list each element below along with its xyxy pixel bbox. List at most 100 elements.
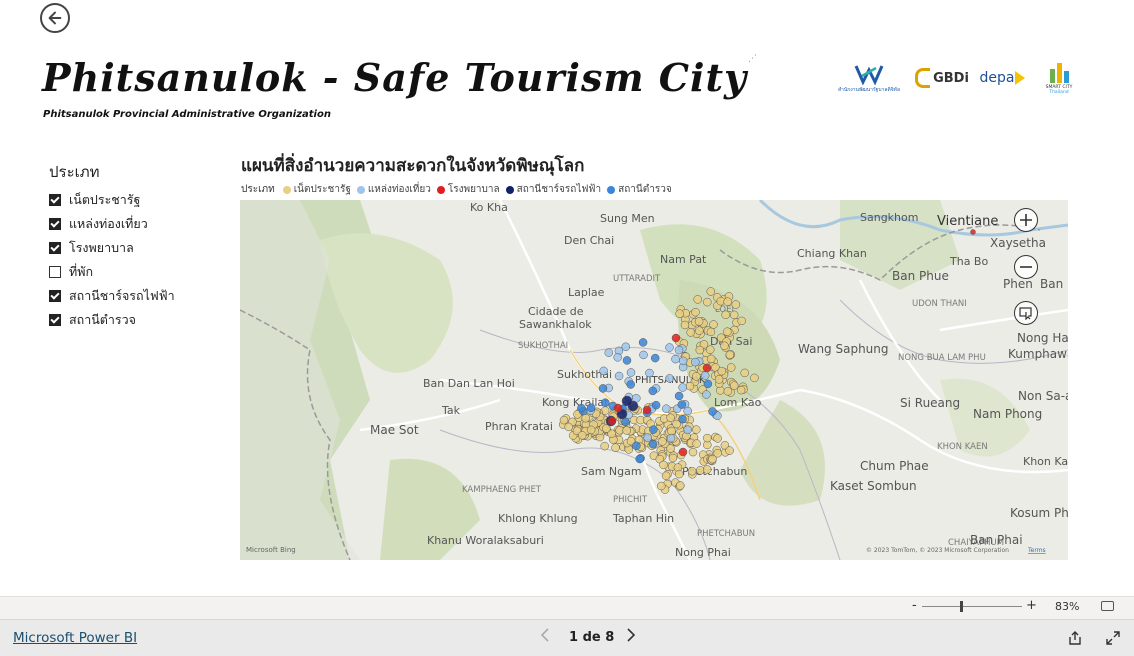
- map-point[interactable]: [692, 425, 701, 434]
- map-point[interactable]: [643, 433, 652, 442]
- map-point[interactable]: [661, 471, 671, 481]
- map-point[interactable]: [598, 384, 608, 393]
- map-point[interactable]: [688, 447, 698, 457]
- zoom-out-control[interactable]: -: [912, 598, 917, 613]
- map-visual[interactable]: Ko Kha Sung Men Den Chai Nam Pat UTTARAD…: [240, 200, 1068, 560]
- slicer-item[interactable]: โรงพยาบาล: [49, 236, 229, 260]
- map-point[interactable]: [668, 453, 678, 463]
- map-point[interactable]: [737, 316, 746, 326]
- map-point[interactable]: [726, 363, 736, 372]
- map-point[interactable]: [683, 406, 692, 416]
- checkbox[interactable]: [49, 218, 61, 230]
- map-point[interactable]: [635, 454, 644, 464]
- map-point[interactable]: [729, 381, 739, 390]
- map-point[interactable]: [702, 363, 712, 373]
- map-point[interactable]: [729, 310, 739, 320]
- map-point[interactable]: [632, 441, 641, 451]
- checkbox[interactable]: [49, 242, 61, 254]
- map-point[interactable]: [577, 431, 587, 440]
- map-point[interactable]: [731, 300, 741, 309]
- map-point[interactable]: [581, 413, 590, 423]
- map-point[interactable]: [600, 441, 609, 451]
- map-point[interactable]: [694, 317, 704, 326]
- next-page-button[interactable]: [626, 628, 636, 646]
- checkbox[interactable]: [49, 314, 61, 326]
- map-point[interactable]: [650, 353, 660, 363]
- map-point[interactable]: [713, 434, 722, 443]
- map-point[interactable]: [709, 320, 718, 329]
- map-terms-link[interactable]: Terms: [1027, 547, 1046, 554]
- share-button[interactable]: [1067, 630, 1083, 646]
- checkbox[interactable]: [49, 266, 61, 278]
- checkbox[interactable]: [49, 194, 61, 206]
- map-point[interactable]: [677, 400, 687, 409]
- map-point[interactable]: [648, 386, 658, 396]
- map-point[interactable]: [691, 357, 700, 367]
- map-point[interactable]: [687, 466, 697, 476]
- map-point[interactable]: [577, 403, 586, 413]
- legend-item[interactable]: แหล่งท่องเที่ยว: [356, 182, 431, 197]
- map-point[interactable]: [725, 446, 734, 455]
- map-point[interactable]: [695, 345, 705, 355]
- map-point[interactable]: [725, 350, 735, 360]
- map-point[interactable]: [649, 425, 658, 434]
- map-point[interactable]: [702, 390, 711, 399]
- map-point[interactable]: [642, 405, 652, 415]
- map-point[interactable]: [626, 368, 636, 377]
- fullscreen-button[interactable]: [1105, 630, 1121, 646]
- map-point[interactable]: [680, 320, 690, 330]
- select-area-button[interactable]: [1014, 301, 1038, 325]
- map-point[interactable]: [683, 425, 692, 435]
- map-point[interactable]: [678, 414, 687, 424]
- map-point[interactable]: [695, 326, 704, 335]
- map-point[interactable]: [645, 368, 654, 378]
- map-point[interactable]: [717, 366, 727, 376]
- map-point[interactable]: [659, 460, 668, 470]
- map-point[interactable]: [678, 383, 687, 392]
- map-point[interactable]: [706, 354, 716, 364]
- map-point[interactable]: [736, 385, 746, 395]
- map-point[interactable]: [658, 437, 667, 446]
- map-point[interactable]: [586, 425, 596, 435]
- map-point[interactable]: [614, 371, 624, 381]
- map-point[interactable]: [750, 373, 759, 383]
- map-point[interactable]: [703, 433, 712, 443]
- slicer-item[interactable]: แหล่งท่องเที่ยว: [49, 212, 229, 236]
- map-point[interactable]: [607, 416, 617, 426]
- map-point[interactable]: [621, 342, 631, 352]
- legend-item[interactable]: สถานีชาร์จรถไฟฟ้า: [505, 182, 601, 197]
- slicer-item[interactable]: เน็ตประชารัฐ: [49, 188, 229, 212]
- fit-to-page-icon[interactable]: [1101, 601, 1114, 611]
- map-point[interactable]: [702, 465, 712, 474]
- map-point[interactable]: [721, 310, 730, 320]
- map-point[interactable]: [740, 368, 749, 378]
- map-point[interactable]: [665, 374, 674, 383]
- map-point[interactable]: [686, 328, 695, 337]
- map-point[interactable]: [685, 381, 695, 391]
- map-point[interactable]: [622, 426, 631, 435]
- zoom-in-control[interactable]: +: [1026, 598, 1037, 613]
- legend-item[interactable]: สถานีตำรวจ: [607, 182, 672, 197]
- map-point[interactable]: [708, 407, 717, 416]
- map-point[interactable]: [665, 343, 674, 352]
- map-point[interactable]: [674, 345, 684, 355]
- map-point[interactable]: [604, 348, 614, 357]
- map-point[interactable]: [613, 353, 622, 362]
- back-button[interactable]: [40, 3, 70, 33]
- map-point[interactable]: [723, 387, 733, 396]
- zoom-out-button[interactable]: [1014, 255, 1038, 279]
- map-point[interactable]: [651, 400, 661, 410]
- map-point[interactable]: [705, 345, 715, 354]
- map-point[interactable]: [662, 404, 671, 413]
- map-point[interactable]: [622, 356, 632, 365]
- map-point[interactable]: [723, 297, 732, 306]
- map-point[interactable]: [700, 371, 710, 380]
- map-point[interactable]: [648, 439, 658, 449]
- map-point[interactable]: [613, 403, 623, 413]
- map-point[interactable]: [666, 433, 676, 443]
- map-point[interactable]: [676, 481, 685, 490]
- map-point[interactable]: [666, 444, 675, 453]
- map-point[interactable]: [611, 443, 620, 452]
- map-point[interactable]: [723, 327, 732, 336]
- slicer-item[interactable]: สถานีตำรวจ: [49, 308, 229, 332]
